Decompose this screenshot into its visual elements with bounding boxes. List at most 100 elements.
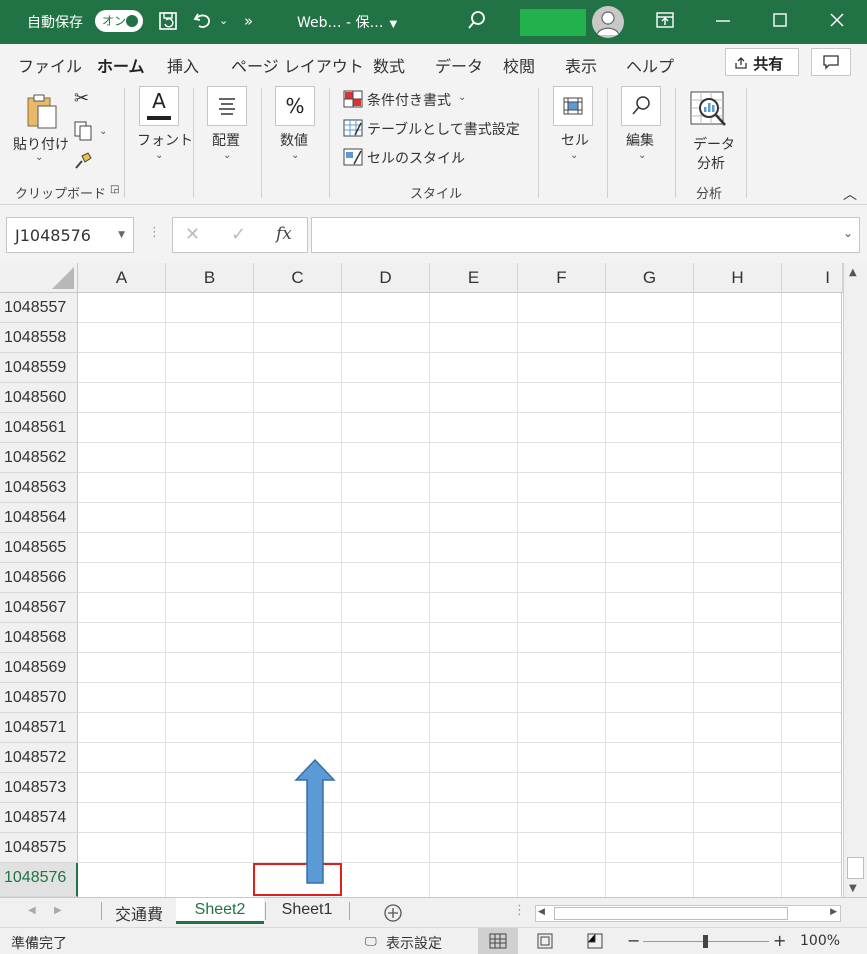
zoom-slider-thumb[interactable] [703,935,708,948]
tab-data[interactable]: データ [435,53,483,77]
undo-icon[interactable] [192,10,214,32]
column-header[interactable]: I [782,263,843,293]
paste-label[interactable]: 貼り付け [13,134,69,154]
ribbon-display-options-icon[interactable] [655,10,675,30]
dialog-launcher-icon[interactable]: ◲ [110,184,119,195]
scroll-thumb[interactable] [847,857,864,879]
chevron-down-icon[interactable]: ▼ [118,230,125,240]
format-painter-icon[interactable] [72,150,94,172]
expand-formula-icon[interactable]: ⌄ [843,226,853,240]
copy-dropdown-icon[interactable]: ⌄ [99,126,107,137]
chevron-down-icon[interactable]: ⌄ [35,152,43,163]
formula-input[interactable]: ⌄ [311,217,860,253]
page-break-view-icon[interactable] [585,932,605,950]
normal-view-button[interactable] [478,928,518,954]
worksheet-grid[interactable]: A B C D E F G H I 1048557 1048558 104855… [0,263,867,897]
chevron-down-icon[interactable]: ⌄ [223,150,231,161]
table-format-label[interactable]: テーブルとして書式設定 [367,119,520,139]
tab-help[interactable]: ヘルプ [626,53,674,77]
undo-dropdown-icon[interactable]: ⌄ [219,14,228,27]
select-all-corner[interactable] [0,263,78,293]
scroll-thumb[interactable] [554,907,788,920]
column-header[interactable]: B [166,263,254,293]
data-analysis-label-1[interactable]: データ [693,134,735,154]
add-sheet-icon[interactable] [383,903,403,923]
column-header[interactable]: F [518,263,606,293]
display-settings-label[interactable]: 表示設定 [386,933,442,953]
chevron-down-icon[interactable]: ⌄ [570,150,578,161]
conditional-format-icon[interactable] [343,90,363,108]
row-header[interactable]: 1048573 [0,773,78,803]
zoom-in-icon[interactable]: + [773,931,786,950]
page-layout-view-icon[interactable] [535,932,555,950]
align-button[interactable] [207,86,247,126]
enter-icon[interactable]: ✓ [231,224,246,245]
number-label[interactable]: 数値 [280,130,308,150]
avatar[interactable] [592,6,624,38]
scroll-down-icon[interactable]: ▼ [849,883,857,894]
split-handle-icon[interactable]: ⋮ [513,903,526,918]
row-header[interactable]: 1048569 [0,653,78,683]
cell-style-icon[interactable] [343,148,363,166]
minimize-icon[interactable] [713,10,733,30]
cell-style-label[interactable]: セルのスタイル [367,148,465,168]
row-header[interactable]: 1048557 [0,293,78,323]
table-format-icon[interactable] [343,119,363,137]
chevron-down-icon[interactable]: ⌄ [458,92,466,103]
close-icon[interactable] [827,10,847,30]
scroll-right-icon[interactable]: ▶ [830,907,837,917]
scroll-left-icon[interactable]: ◀ [538,907,545,917]
column-header[interactable]: A [78,263,166,293]
collapse-ribbon-icon[interactable]: ︿ [843,184,857,204]
font-button[interactable]: A [139,86,179,126]
row-header[interactable]: 1048574 [0,803,78,833]
cells-button[interactable] [553,86,593,126]
number-button[interactable]: % [275,86,315,126]
row-header[interactable]: 1048568 [0,623,78,653]
row-header[interactable]: 1048564 [0,503,78,533]
row-header[interactable]: 1048563 [0,473,78,503]
chevron-down-icon[interactable]: ⌄ [291,150,299,161]
column-header[interactable]: D [342,263,430,293]
autosave-toggle[interactable]: オン [95,10,143,32]
edit-button[interactable] [621,86,661,126]
paste-icon[interactable] [22,92,60,130]
row-header[interactable]: 1048566 [0,563,78,593]
document-title[interactable]: Web… - 保… ▼ [297,12,397,32]
tab-home[interactable]: ホーム [97,53,145,85]
search-icon[interactable] [466,9,488,33]
chevron-down-icon[interactable]: ⌄ [155,150,163,161]
drag-handle-icon[interactable]: ⋮ [148,225,161,240]
maximize-icon[interactable] [770,10,790,30]
scroll-right-icon[interactable]: ▶ [54,905,62,916]
edit-label[interactable]: 編集 [626,130,654,150]
share-button[interactable]: 共有 [725,48,799,76]
column-header[interactable]: C [254,263,342,293]
row-header-selected[interactable]: 1048576 [0,863,78,897]
tab-page-layout[interactable]: ページ レイアウト [231,53,364,77]
tab-review[interactable]: 校閲 [503,53,535,77]
sheet-tab[interactable]: Sheet1 [266,898,348,924]
more-commands-icon[interactable]: » [244,12,253,30]
display-settings-icon[interactable]: 🖵 [365,934,377,949]
copy-icon[interactable] [72,120,94,142]
tab-view[interactable]: 表示 [565,53,597,77]
row-header[interactable]: 1048571 [0,713,78,743]
scroll-up-icon[interactable]: ▲ [849,267,857,278]
sheet-tab-active[interactable]: Sheet2 [176,898,264,924]
data-analysis-icon[interactable] [689,88,731,130]
row-header[interactable]: 1048570 [0,683,78,713]
name-box[interactable]: J1048576 ▼ [6,217,134,253]
cancel-icon[interactable]: ✕ [185,224,200,245]
horizontal-scrollbar[interactable]: ◀ ▶ [535,905,841,922]
zoom-out-icon[interactable]: − [627,931,640,950]
row-header[interactable]: 1048560 [0,383,78,413]
cells-label[interactable]: セル [561,130,589,150]
chevron-down-icon[interactable]: ⌄ [510,121,518,132]
tab-file[interactable]: ファイル [18,53,82,77]
row-header[interactable]: 1048575 [0,833,78,863]
chevron-down-icon[interactable]: ⌄ [638,150,646,161]
row-header[interactable]: 1048562 [0,443,78,473]
row-header[interactable]: 1048559 [0,353,78,383]
zoom-level[interactable]: 100% [800,933,840,949]
